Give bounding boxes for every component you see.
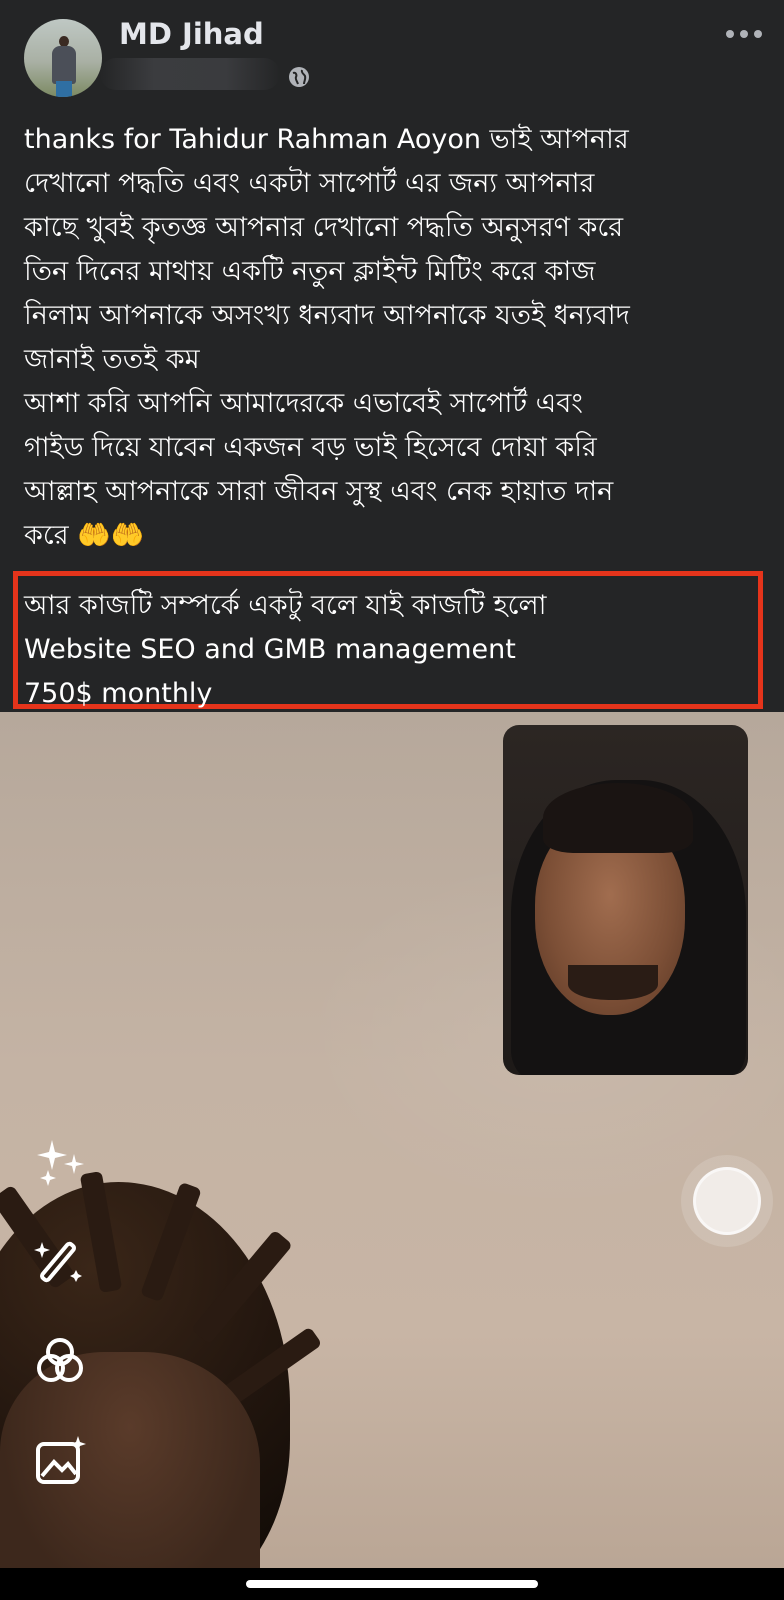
avatar[interactable] — [24, 19, 102, 97]
globe-icon — [289, 67, 309, 87]
home-indicator[interactable] — [246, 1580, 538, 1588]
post-text: thanks for Tahidur Rahman Aoyon ভাই আপনা… — [24, 118, 764, 558]
post-timestamp-blurred — [100, 58, 280, 90]
gallery-icon[interactable] — [32, 1434, 88, 1490]
magic-wand-icon[interactable] — [32, 1234, 88, 1290]
author-name[interactable]: MD Jihad — [119, 17, 264, 51]
capture-button[interactable] — [681, 1155, 773, 1247]
post-paragraph-2: আশা করি আপনি আমাদেরকে এভাবেই সাপোর্ট এবং… — [24, 388, 614, 551]
video-call-image — [0, 712, 784, 1600]
sparkles-icon[interactable] — [32, 1132, 88, 1188]
filters-icon[interactable] — [32, 1334, 88, 1390]
more-horizontal-icon[interactable] — [724, 26, 764, 42]
self-view-video[interactable] — [503, 725, 748, 1075]
highlighted-job-details: আর কাজটি সম্পর্কে একটু বলে যাই কাজটি হলো… — [24, 590, 547, 709]
capture-button-inner[interactable] — [693, 1167, 761, 1235]
post-header: MD Jihad — [0, 0, 784, 110]
post-paragraph-1: thanks for Tahidur Rahman Aoyon ভাই আপনা… — [24, 124, 630, 375]
